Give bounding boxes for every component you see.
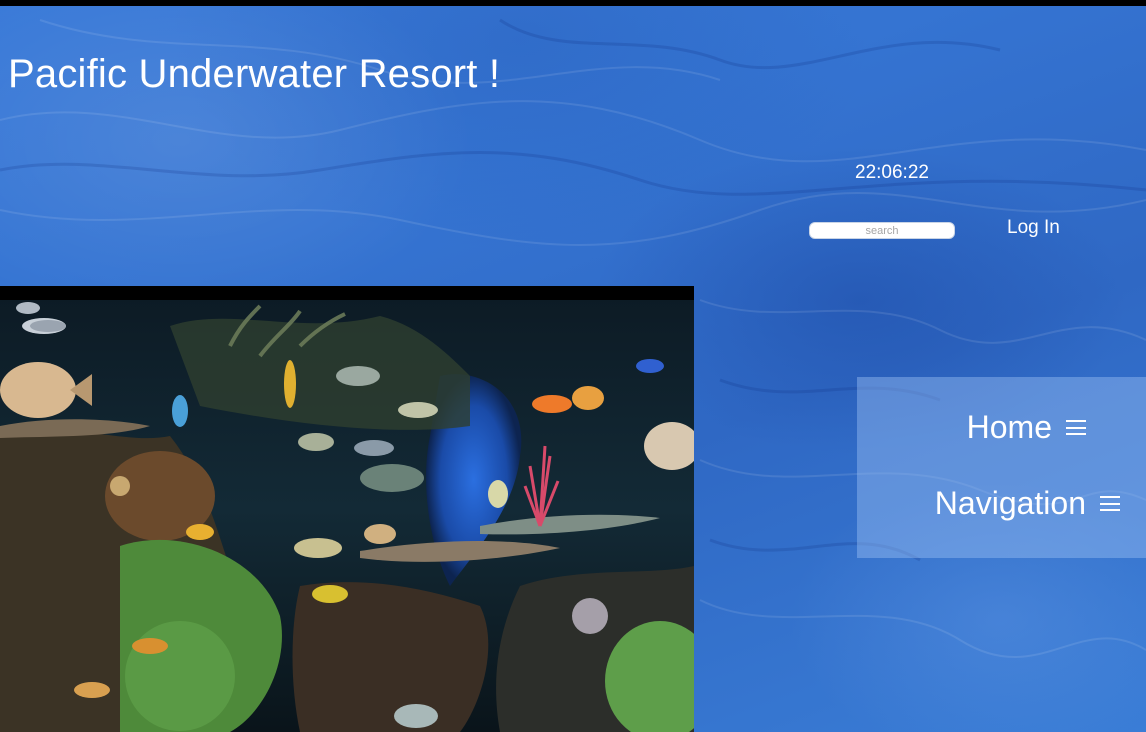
login-link[interactable]: Log In bbox=[1007, 217, 1060, 239]
nav-home-label: Home bbox=[966, 409, 1052, 445]
hamburger-menu-icon[interactable] bbox=[1100, 496, 1120, 511]
aquarium-video[interactable] bbox=[0, 286, 694, 732]
navigation-panel: Home Navigation bbox=[857, 377, 1146, 558]
site-title: Pacific Underwater Resort ! bbox=[8, 52, 501, 96]
aquarium-scene-image bbox=[0, 286, 694, 732]
top-black-bar bbox=[0, 0, 1146, 6]
search-input[interactable] bbox=[809, 222, 955, 239]
nav-navigation-label: Navigation bbox=[934, 485, 1086, 521]
page: Pacific Underwater Resort ! 22:06:22 Log… bbox=[0, 0, 1146, 732]
clock-display: 22:06:22 bbox=[855, 162, 929, 183]
nav-navigation[interactable]: Navigation bbox=[935, 485, 1120, 522]
nav-home[interactable]: Home bbox=[967, 409, 1086, 446]
hamburger-menu-icon[interactable] bbox=[1066, 420, 1086, 435]
